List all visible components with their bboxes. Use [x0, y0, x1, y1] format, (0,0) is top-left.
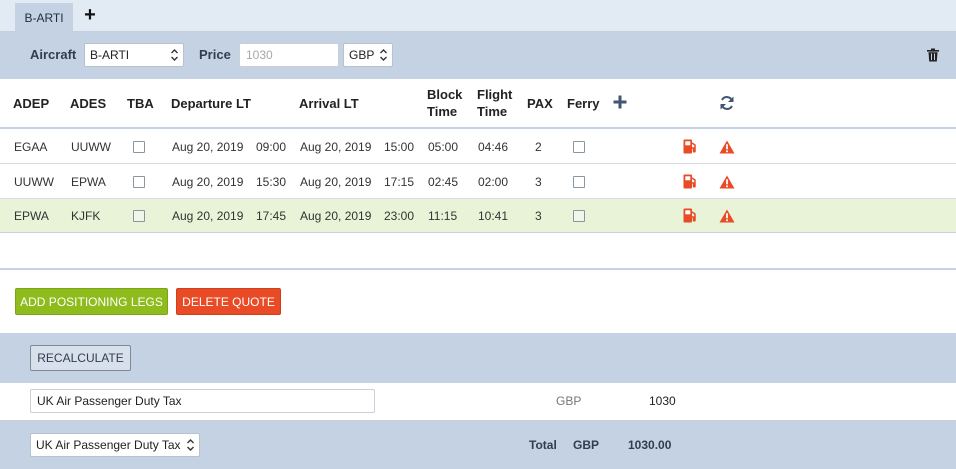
- warning-icon[interactable]: [719, 140, 735, 154]
- currency-select[interactable]: GBP: [343, 43, 393, 67]
- header-tba: TBA: [127, 96, 154, 111]
- aircraft-bar: Aircraft B-ARTI Price 1030 GBP: [0, 32, 956, 79]
- cell-flight-time: 10:41: [478, 209, 509, 223]
- price-input[interactable]: 1030: [239, 43, 339, 67]
- cell-dep-time: 17:45: [256, 209, 287, 223]
- cell-adep: EGAA: [14, 140, 48, 154]
- cell-adep: EPWA: [14, 209, 49, 223]
- cell-arr-time: 23:00: [384, 209, 415, 223]
- tba-checkbox[interactable]: [133, 141, 145, 153]
- select-arrows-icon: [187, 439, 194, 451]
- warning-icon[interactable]: [719, 209, 735, 223]
- cell-flight-time: 04:46: [478, 140, 509, 154]
- tax-row: UK Air Passenger Duty Tax GBP 1030: [0, 383, 956, 420]
- total-label: Total: [529, 438, 557, 452]
- add-tab-plus-icon[interactable]: +: [82, 5, 98, 25]
- ferry-checkbox[interactable]: [573, 210, 585, 222]
- cell-block-time: 02:45: [428, 175, 459, 189]
- fuel-icon[interactable]: [683, 208, 697, 223]
- cell-arr-date: Aug 20, 2019: [300, 175, 372, 189]
- delete-quote-button[interactable]: DELETE QUOTE: [176, 288, 281, 315]
- cell-arr-date: Aug 20, 2019: [300, 209, 372, 223]
- select-arrows-icon: [171, 49, 178, 61]
- header-departure: Departure LT: [171, 96, 251, 111]
- cell-ades: UUWW: [71, 140, 111, 154]
- header-adep: ADEP: [13, 96, 50, 111]
- select-arrows-icon: [380, 49, 387, 61]
- header-flight-line1: Flight: [477, 87, 513, 102]
- fuel-icon[interactable]: [683, 174, 697, 189]
- cell-block-time: 11:15: [428, 209, 458, 223]
- cell-arr-time: 15:00: [384, 140, 415, 154]
- cell-pax: 3: [535, 175, 542, 189]
- cell-dep-date: Aug 20, 2019: [172, 175, 244, 189]
- legs-table-header: ADEP ADES TBA Departure LT Arrival LT Bl…: [0, 79, 956, 129]
- aircraft-select-value: B-ARTI: [90, 48, 130, 62]
- header-pax: PAX: [527, 96, 553, 111]
- aircraft-label: Aircraft: [30, 47, 77, 62]
- table-row: EPWA KJFK Aug 20, 2019 17:45 Aug 20, 201…: [0, 199, 956, 233]
- price-label: Price: [199, 47, 231, 62]
- header-ades: ADES: [70, 96, 107, 111]
- header-ferry: Ferry: [567, 96, 600, 111]
- tax-currency: GBP: [556, 394, 582, 408]
- cell-dep-date: Aug 20, 2019: [172, 209, 244, 223]
- section-divider: [0, 268, 956, 270]
- cell-pax: 3: [535, 209, 542, 223]
- tax-type-select[interactable]: UK Air Passenger Duty Tax: [30, 433, 200, 457]
- table-row: EGAA UUWW Aug 20, 2019 09:00 Aug 20, 201…: [0, 130, 956, 164]
- tab-b-arti[interactable]: B-ARTI: [15, 3, 73, 32]
- cell-arr-time: 17:15: [384, 175, 415, 189]
- header-block-line1: Block: [427, 87, 463, 102]
- cell-ades: EPWA: [71, 175, 106, 189]
- tax-name-field[interactable]: UK Air Passenger Duty Tax: [30, 389, 375, 413]
- add-positioning-legs-button[interactable]: ADD POSITIONING LEGS: [15, 288, 168, 315]
- tba-checkbox[interactable]: [133, 210, 145, 222]
- header-arrival: Arrival LT: [299, 96, 359, 111]
- tax-type-select-value: UK Air Passenger Duty Tax: [36, 438, 181, 452]
- total-amount: 1030.00: [628, 438, 672, 452]
- refresh-icon[interactable]: [719, 95, 735, 111]
- tax-amount: 1030: [649, 394, 676, 408]
- cell-adep: UUWW: [14, 175, 54, 189]
- total-bar: UK Air Passenger Duty Tax Total GBP 1030…: [0, 420, 956, 469]
- cell-ades: KJFK: [71, 209, 101, 223]
- cell-dep-date: Aug 20, 2019: [172, 140, 244, 154]
- table-row: UUWW EPWA Aug 20, 2019 15:30 Aug 20, 201…: [0, 165, 956, 199]
- recalculate-bar: RECALCULATE: [0, 333, 956, 383]
- header-block-line2: Time: [427, 104, 458, 119]
- cell-dep-time: 09:00: [256, 140, 287, 154]
- recalculate-button[interactable]: RECALCULATE: [30, 345, 131, 371]
- ferry-checkbox[interactable]: [573, 176, 585, 188]
- cell-dep-time: 15:30: [256, 175, 287, 189]
- currency-select-value: GBP: [349, 48, 375, 62]
- cell-block-time: 05:00: [428, 140, 459, 154]
- total-currency: GBP: [573, 438, 600, 452]
- header-flight-line2: Time: [477, 104, 508, 119]
- cell-arr-date: Aug 20, 2019: [300, 140, 372, 154]
- fuel-icon[interactable]: [683, 139, 697, 154]
- warning-icon[interactable]: [719, 175, 735, 189]
- ferry-checkbox[interactable]: [573, 141, 585, 153]
- tab-bar: B-ARTI +: [0, 0, 956, 32]
- cell-pax: 2: [535, 140, 542, 154]
- add-leg-plus-icon[interactable]: [613, 95, 627, 109]
- cell-flight-time: 02:00: [478, 175, 509, 189]
- trash-icon[interactable]: [926, 48, 940, 62]
- tba-checkbox[interactable]: [133, 176, 145, 188]
- aircraft-select[interactable]: B-ARTI: [84, 43, 184, 67]
